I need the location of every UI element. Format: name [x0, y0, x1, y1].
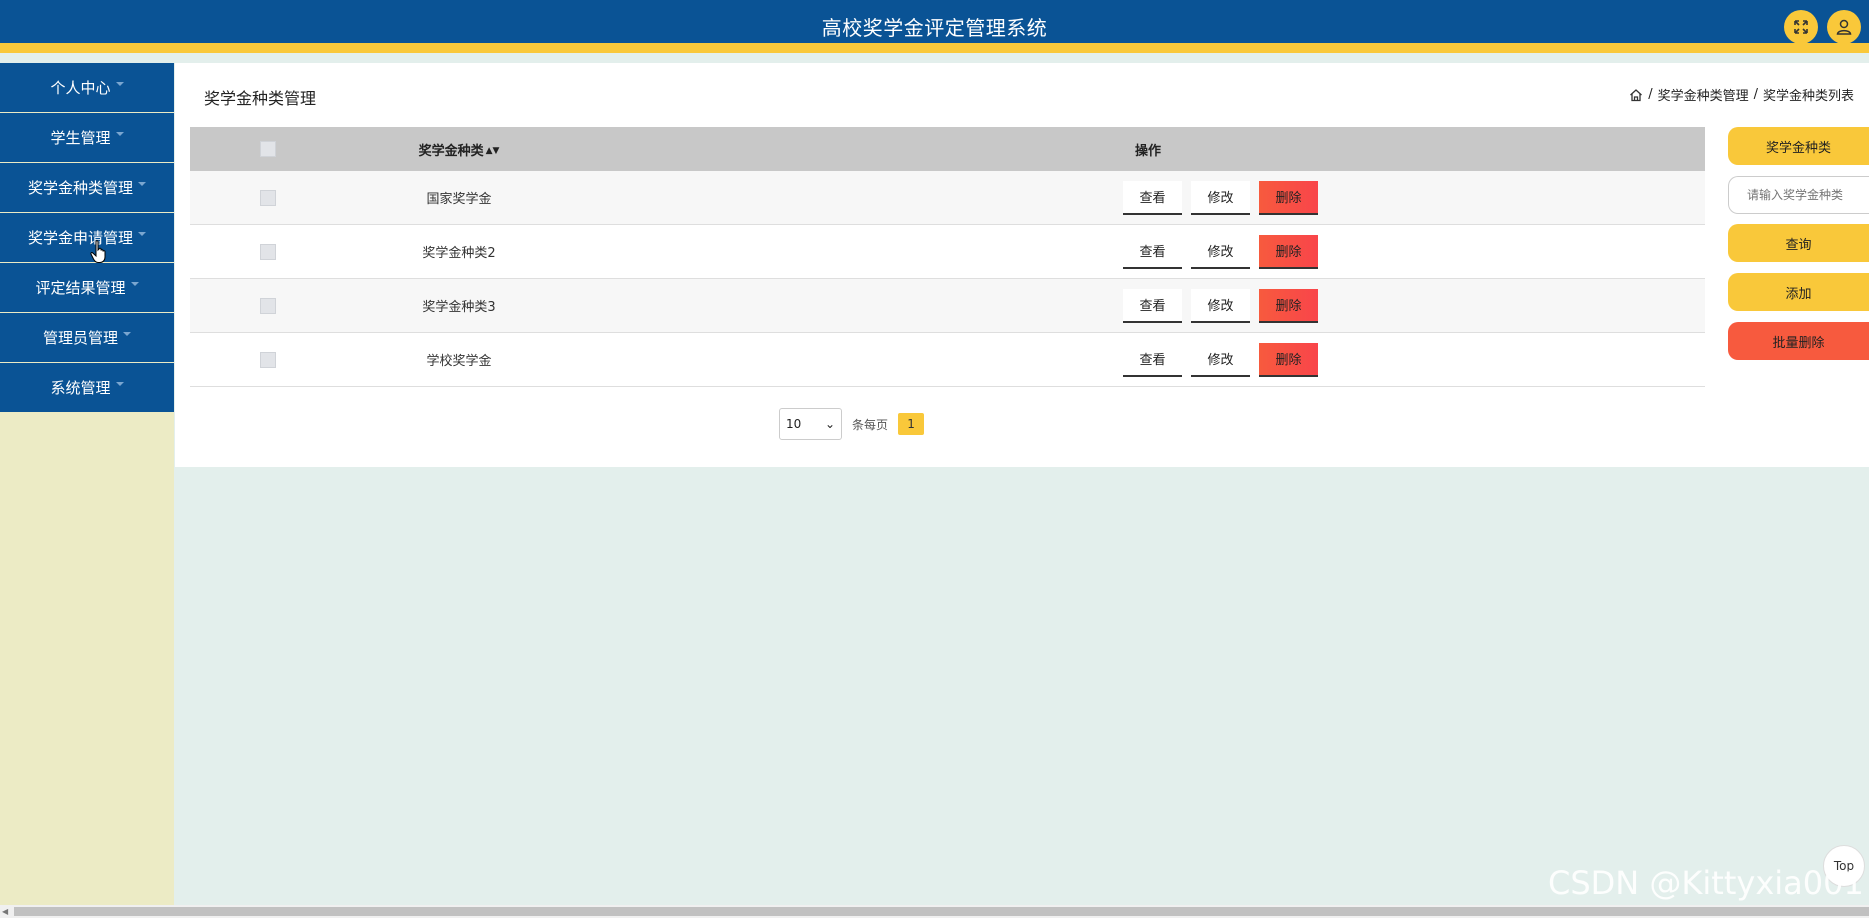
- sidebar-item-label: 奖学金申请管理: [27, 229, 133, 247]
- home-icon[interactable]: [1629, 88, 1643, 102]
- hand-cursor-icon: [90, 240, 106, 263]
- delete-button[interactable]: 删除: [1259, 234, 1318, 269]
- row-actions: 查看 修改 删除: [573, 342, 1705, 377]
- table-header: 奖学金种类 ▲▼ 操作: [190, 127, 1705, 171]
- breadcrumb: / 奖学金种类管理 / 奖学金种类列表: [1629, 85, 1854, 104]
- edit-button[interactable]: 修改: [1191, 288, 1250, 323]
- sidebar-item-label: 奖学金种类管理: [27, 179, 133, 197]
- edit-button[interactable]: 修改: [1191, 342, 1250, 377]
- sidebar: 个人中心 学生管理 奖学金种类管理 奖学金申请管理 评定结果管理 管理员管理 系…: [0, 63, 174, 918]
- row-actions: 查看 修改 删除: [573, 180, 1705, 215]
- chevron-down-icon: ⌄: [824, 417, 835, 431]
- row-name: 奖学金种类3: [422, 300, 496, 315]
- row-name: 奖学金种类2: [422, 246, 496, 261]
- caret-down-icon: [115, 81, 124, 86]
- table-body: 国家奖学金 查看 修改 删除 奖学金种类2 查看 修改 删除 奖学金种类3 查看…: [190, 171, 1705, 387]
- row-checkbox[interactable]: [259, 243, 276, 260]
- delete-button[interactable]: 删除: [1259, 180, 1318, 215]
- batch-delete-button[interactable]: 批量删除: [1728, 322, 1869, 360]
- top-header: 高校奖学金评定管理系统: [0, 0, 1869, 53]
- fullscreen-button[interactable]: [1784, 10, 1818, 44]
- row-checkbox[interactable]: [259, 351, 276, 368]
- table-row: 奖学金种类3 查看 修改 删除: [190, 279, 1705, 333]
- field-label: 奖学金种类: [1728, 127, 1869, 165]
- row-name: 国家奖学金: [426, 192, 492, 207]
- select-all-checkbox[interactable]: [259, 141, 276, 157]
- sidebar-item-label: 个人中心: [50, 79, 111, 97]
- sidebar-item-label: 学生管理: [50, 129, 111, 147]
- sidebar-item-student-management[interactable]: 学生管理: [0, 113, 174, 162]
- row-checkbox[interactable]: [259, 189, 276, 206]
- sidebar-item-label: 评定结果管理: [35, 279, 126, 297]
- sidebar-item-label: 管理员管理: [42, 329, 118, 347]
- row-name: 学校奖学金: [426, 354, 492, 369]
- caret-down-icon: [130, 281, 139, 286]
- main-panel: 奖学金种类管理 / 奖学金种类管理 / 奖学金种类列表 奖学金种类 ▲▼ 操作 国…: [175, 63, 1869, 467]
- breadcrumb-level2: 奖学金种类列表: [1762, 89, 1854, 104]
- table-row: 学校奖学金 查看 修改 删除: [190, 333, 1705, 387]
- breadcrumb-level1[interactable]: 奖学金种类管理: [1658, 85, 1749, 104]
- page-size-select[interactable]: 10 ⌄: [779, 408, 842, 440]
- page-title: 奖学金种类管理: [204, 89, 317, 108]
- view-button[interactable]: 查看: [1123, 342, 1182, 377]
- sidebar-item-scholarship-type-management[interactable]: 奖学金种类管理: [0, 163, 174, 212]
- page-button-current[interactable]: 1: [898, 413, 925, 435]
- data-table: 奖学金种类 ▲▼ 操作 国家奖学金 查看 修改 删除 奖学金种类2 查看 修改 删…: [190, 127, 1705, 387]
- caret-down-icon: [138, 231, 146, 236]
- breadcrumb-separator: /: [1648, 87, 1653, 102]
- column-header-name[interactable]: 奖学金种类 ▲▼: [345, 140, 573, 159]
- view-button[interactable]: 查看: [1123, 288, 1182, 323]
- query-button[interactable]: 查询: [1728, 224, 1869, 262]
- delete-button[interactable]: 删除: [1259, 288, 1318, 323]
- add-button[interactable]: 添加: [1728, 273, 1869, 311]
- scrollbar-thumb[interactable]: [14, 907, 1869, 916]
- breadcrumb-separator: /: [1753, 87, 1758, 102]
- row-actions: 查看 修改 删除: [573, 288, 1705, 323]
- row-checkbox[interactable]: [259, 297, 276, 314]
- fullscreen-icon: [1794, 20, 1808, 34]
- caret-down-icon: [115, 131, 124, 136]
- caret-down-icon: [123, 331, 131, 336]
- sidebar-item-label: 系统管理: [50, 379, 111, 397]
- caret-down-icon: [115, 381, 124, 386]
- app-title: 高校奖学金评定管理系统: [821, 16, 1048, 40]
- column-header-ops-label: 操作: [1135, 143, 1162, 159]
- horizontal-scrollbar[interactable]: ◀: [0, 905, 1869, 918]
- sidebar-item-personal-center[interactable]: 个人中心: [0, 63, 174, 112]
- view-button[interactable]: 查看: [1123, 234, 1182, 269]
- column-header-name-label: 奖学金种类: [418, 143, 484, 159]
- sidebar-item-admin-management[interactable]: 管理员管理: [0, 313, 174, 362]
- sidebar-item-scholarship-application-management[interactable]: 奖学金申请管理: [0, 213, 174, 262]
- caret-down-icon: [138, 181, 146, 186]
- per-page-label: 条每页: [852, 417, 889, 432]
- page-size-value: 10: [786, 417, 802, 431]
- user-button[interactable]: [1827, 10, 1861, 44]
- pagination: 10 ⌄ 条每页 1: [779, 408, 925, 440]
- edit-button[interactable]: 修改: [1191, 180, 1250, 215]
- delete-button[interactable]: 删除: [1259, 342, 1318, 377]
- watermark: CSDN @Kittyxia001: [1548, 864, 1864, 902]
- row-actions: 查看 修改 删除: [573, 234, 1705, 269]
- sort-icon: ▲▼: [485, 146, 500, 156]
- edit-button[interactable]: 修改: [1191, 234, 1250, 269]
- search-panel: 奖学金种类 查询 添加 批量删除: [1728, 127, 1869, 371]
- search-input[interactable]: [1728, 176, 1869, 214]
- user-icon: [1836, 19, 1852, 35]
- sidebar-item-system-management[interactable]: 系统管理: [0, 363, 174, 412]
- sidebar-item-evaluation-result-management[interactable]: 评定结果管理: [0, 263, 174, 312]
- view-button[interactable]: 查看: [1123, 180, 1182, 215]
- table-row: 奖学金种类2 查看 修改 删除: [190, 225, 1705, 279]
- table-row: 国家奖学金 查看 修改 删除: [190, 171, 1705, 225]
- scroll-left-icon[interactable]: ◀: [2, 907, 8, 916]
- column-header-ops: 操作: [573, 140, 1705, 159]
